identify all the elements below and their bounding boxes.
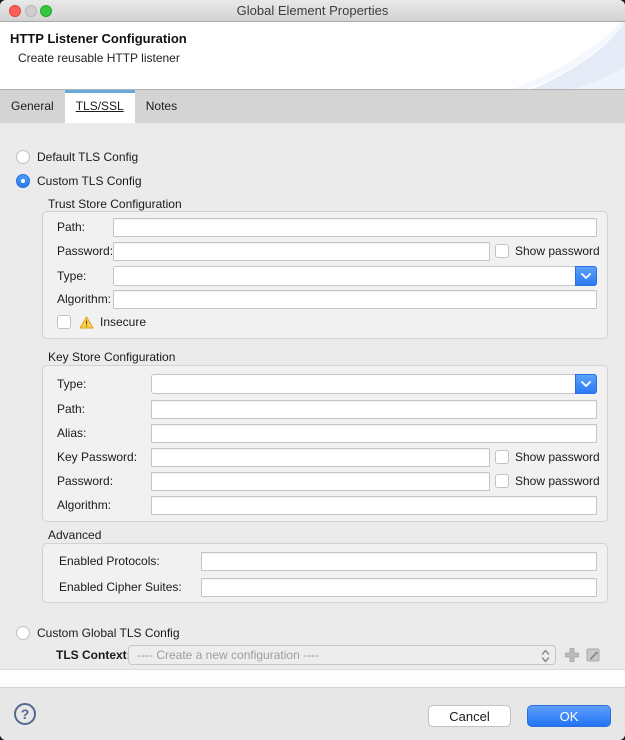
key-path-label: Path: — [57, 402, 86, 416]
key-algorithm-input[interactable] — [151, 496, 597, 515]
trust-algorithm-label: Algorithm: — [57, 292, 112, 306]
dialog-header: HTTP Listener Configuration Create reusa… — [0, 22, 625, 90]
trust-show-password-checkbox[interactable]: Show password — [495, 244, 600, 258]
key-algorithm-label: Algorithm: — [57, 498, 112, 512]
zoom-window-button[interactable] — [40, 5, 52, 17]
custom-global-tls-config-label: Custom Global TLS Config — [37, 626, 180, 640]
key-alias-input[interactable] — [151, 424, 597, 443]
window-title: Global Element Properties — [236, 3, 389, 18]
default-tls-config-radio[interactable]: Default TLS Config — [16, 150, 138, 164]
checkbox-icon[interactable] — [57, 315, 71, 329]
tls-context-select[interactable]: ---- Create a new configuration ---- — [128, 645, 556, 665]
key-type-label: Type: — [57, 377, 87, 391]
page-subtitle: Create reusable HTTP listener — [18, 51, 180, 65]
key-show-key-password-checkbox[interactable]: Show password — [495, 450, 600, 464]
chevron-down-icon[interactable] — [575, 266, 597, 286]
close-window-button[interactable] — [9, 5, 21, 17]
default-tls-config-label: Default TLS Config — [37, 150, 139, 164]
up-down-chevrons-icon — [541, 649, 550, 664]
tab-tls-ssl[interactable]: TLS/SSL — [64, 90, 135, 123]
key-path-input[interactable] — [151, 400, 597, 419]
ok-button[interactable]: OK — [527, 705, 611, 727]
edit-pencil-icon — [586, 648, 600, 662]
trust-show-password-label: Show password — [515, 244, 600, 258]
tab-bar: General TLS/SSL Notes — [0, 90, 625, 123]
enabled-protocols-input[interactable] — [201, 552, 597, 571]
trust-path-label: Path: — [57, 220, 86, 234]
trust-store-group-title: Trust Store Configuration — [48, 197, 182, 211]
key-key-password-label: Key Password: — [57, 450, 138, 464]
question-mark-icon: ? — [20, 706, 30, 722]
key-key-password-input[interactable] — [151, 448, 490, 467]
key-store-group-title: Key Store Configuration — [48, 350, 176, 364]
edit-tls-context-button[interactable] — [586, 648, 600, 667]
key-show-password-checkbox[interactable]: Show password — [495, 474, 600, 488]
help-button[interactable]: ? — [14, 703, 36, 725]
page-title: HTTP Listener Configuration — [10, 31, 187, 46]
checkbox-icon[interactable] — [495, 474, 509, 488]
custom-global-tls-config-radio[interactable]: Custom Global TLS Config — [16, 626, 180, 640]
plus-icon — [565, 648, 579, 662]
custom-tls-config-label: Custom TLS Config — [37, 174, 142, 188]
tls-context-value: ---- Create a new configuration ---- — [137, 648, 320, 662]
checkbox-icon[interactable] — [495, 450, 509, 464]
tls-context-label: TLS Context: — [56, 648, 131, 662]
title-bar: Global Element Properties — [0, 0, 625, 22]
tab-notes[interactable]: Notes — [135, 90, 188, 123]
enabled-cipher-suites-input[interactable] — [201, 578, 597, 597]
advanced-group-title: Advanced — [48, 528, 102, 542]
trust-type-label: Type: — [57, 269, 87, 283]
enabled-protocols-label: Enabled Protocols: — [59, 554, 160, 568]
tls-tab-content: Default TLS Config Custom TLS Config Tru… — [0, 123, 625, 669]
dialog-separator-band — [0, 669, 625, 687]
button-bar: ? Cancel OK — [0, 687, 625, 740]
trust-store-group: Path: Password: Show password Type: Algo… — [42, 211, 608, 339]
key-show-key-password-label: Show password — [515, 450, 600, 464]
key-password-input[interactable] — [151, 472, 490, 491]
key-show-password-label: Show password — [515, 474, 600, 488]
enabled-cipher-suites-label: Enabled Cipher Suites: — [59, 580, 182, 594]
trust-password-label: Password: — [57, 244, 114, 258]
trust-path-input[interactable] — [113, 218, 597, 237]
cancel-button[interactable]: Cancel — [428, 705, 511, 727]
tab-general[interactable]: General — [0, 90, 65, 123]
chevron-down-icon[interactable] — [575, 374, 597, 394]
insecure-label: Insecure — [100, 315, 147, 329]
warning-icon — [79, 316, 94, 329]
add-tls-context-button[interactable] — [564, 647, 580, 668]
trust-type-combo[interactable] — [113, 266, 597, 286]
advanced-group: Enabled Protocols: Enabled Cipher Suites… — [42, 543, 608, 603]
header-swirl-decoration — [513, 22, 625, 89]
insecure-checkbox[interactable]: Insecure — [57, 315, 146, 329]
trust-algorithm-input[interactable] — [113, 290, 597, 309]
key-alias-label: Alias: — [57, 426, 87, 440]
custom-tls-config-radio[interactable]: Custom TLS Config — [16, 174, 142, 188]
checkbox-icon[interactable] — [495, 244, 509, 258]
radio-selected-icon[interactable] — [16, 174, 30, 188]
radio-unselected-icon[interactable] — [16, 626, 30, 640]
key-password-label: Password: — [57, 474, 114, 488]
dialog-window: Global Element Properties HTTP Listener … — [0, 0, 625, 740]
key-store-group: Type: Path: Alias: Key Password: Show pa… — [42, 365, 608, 522]
trust-password-input[interactable] — [113, 242, 490, 261]
minimize-window-button[interactable] — [25, 5, 37, 17]
radio-unselected-icon[interactable] — [16, 150, 30, 164]
key-type-combo[interactable] — [151, 374, 597, 394]
